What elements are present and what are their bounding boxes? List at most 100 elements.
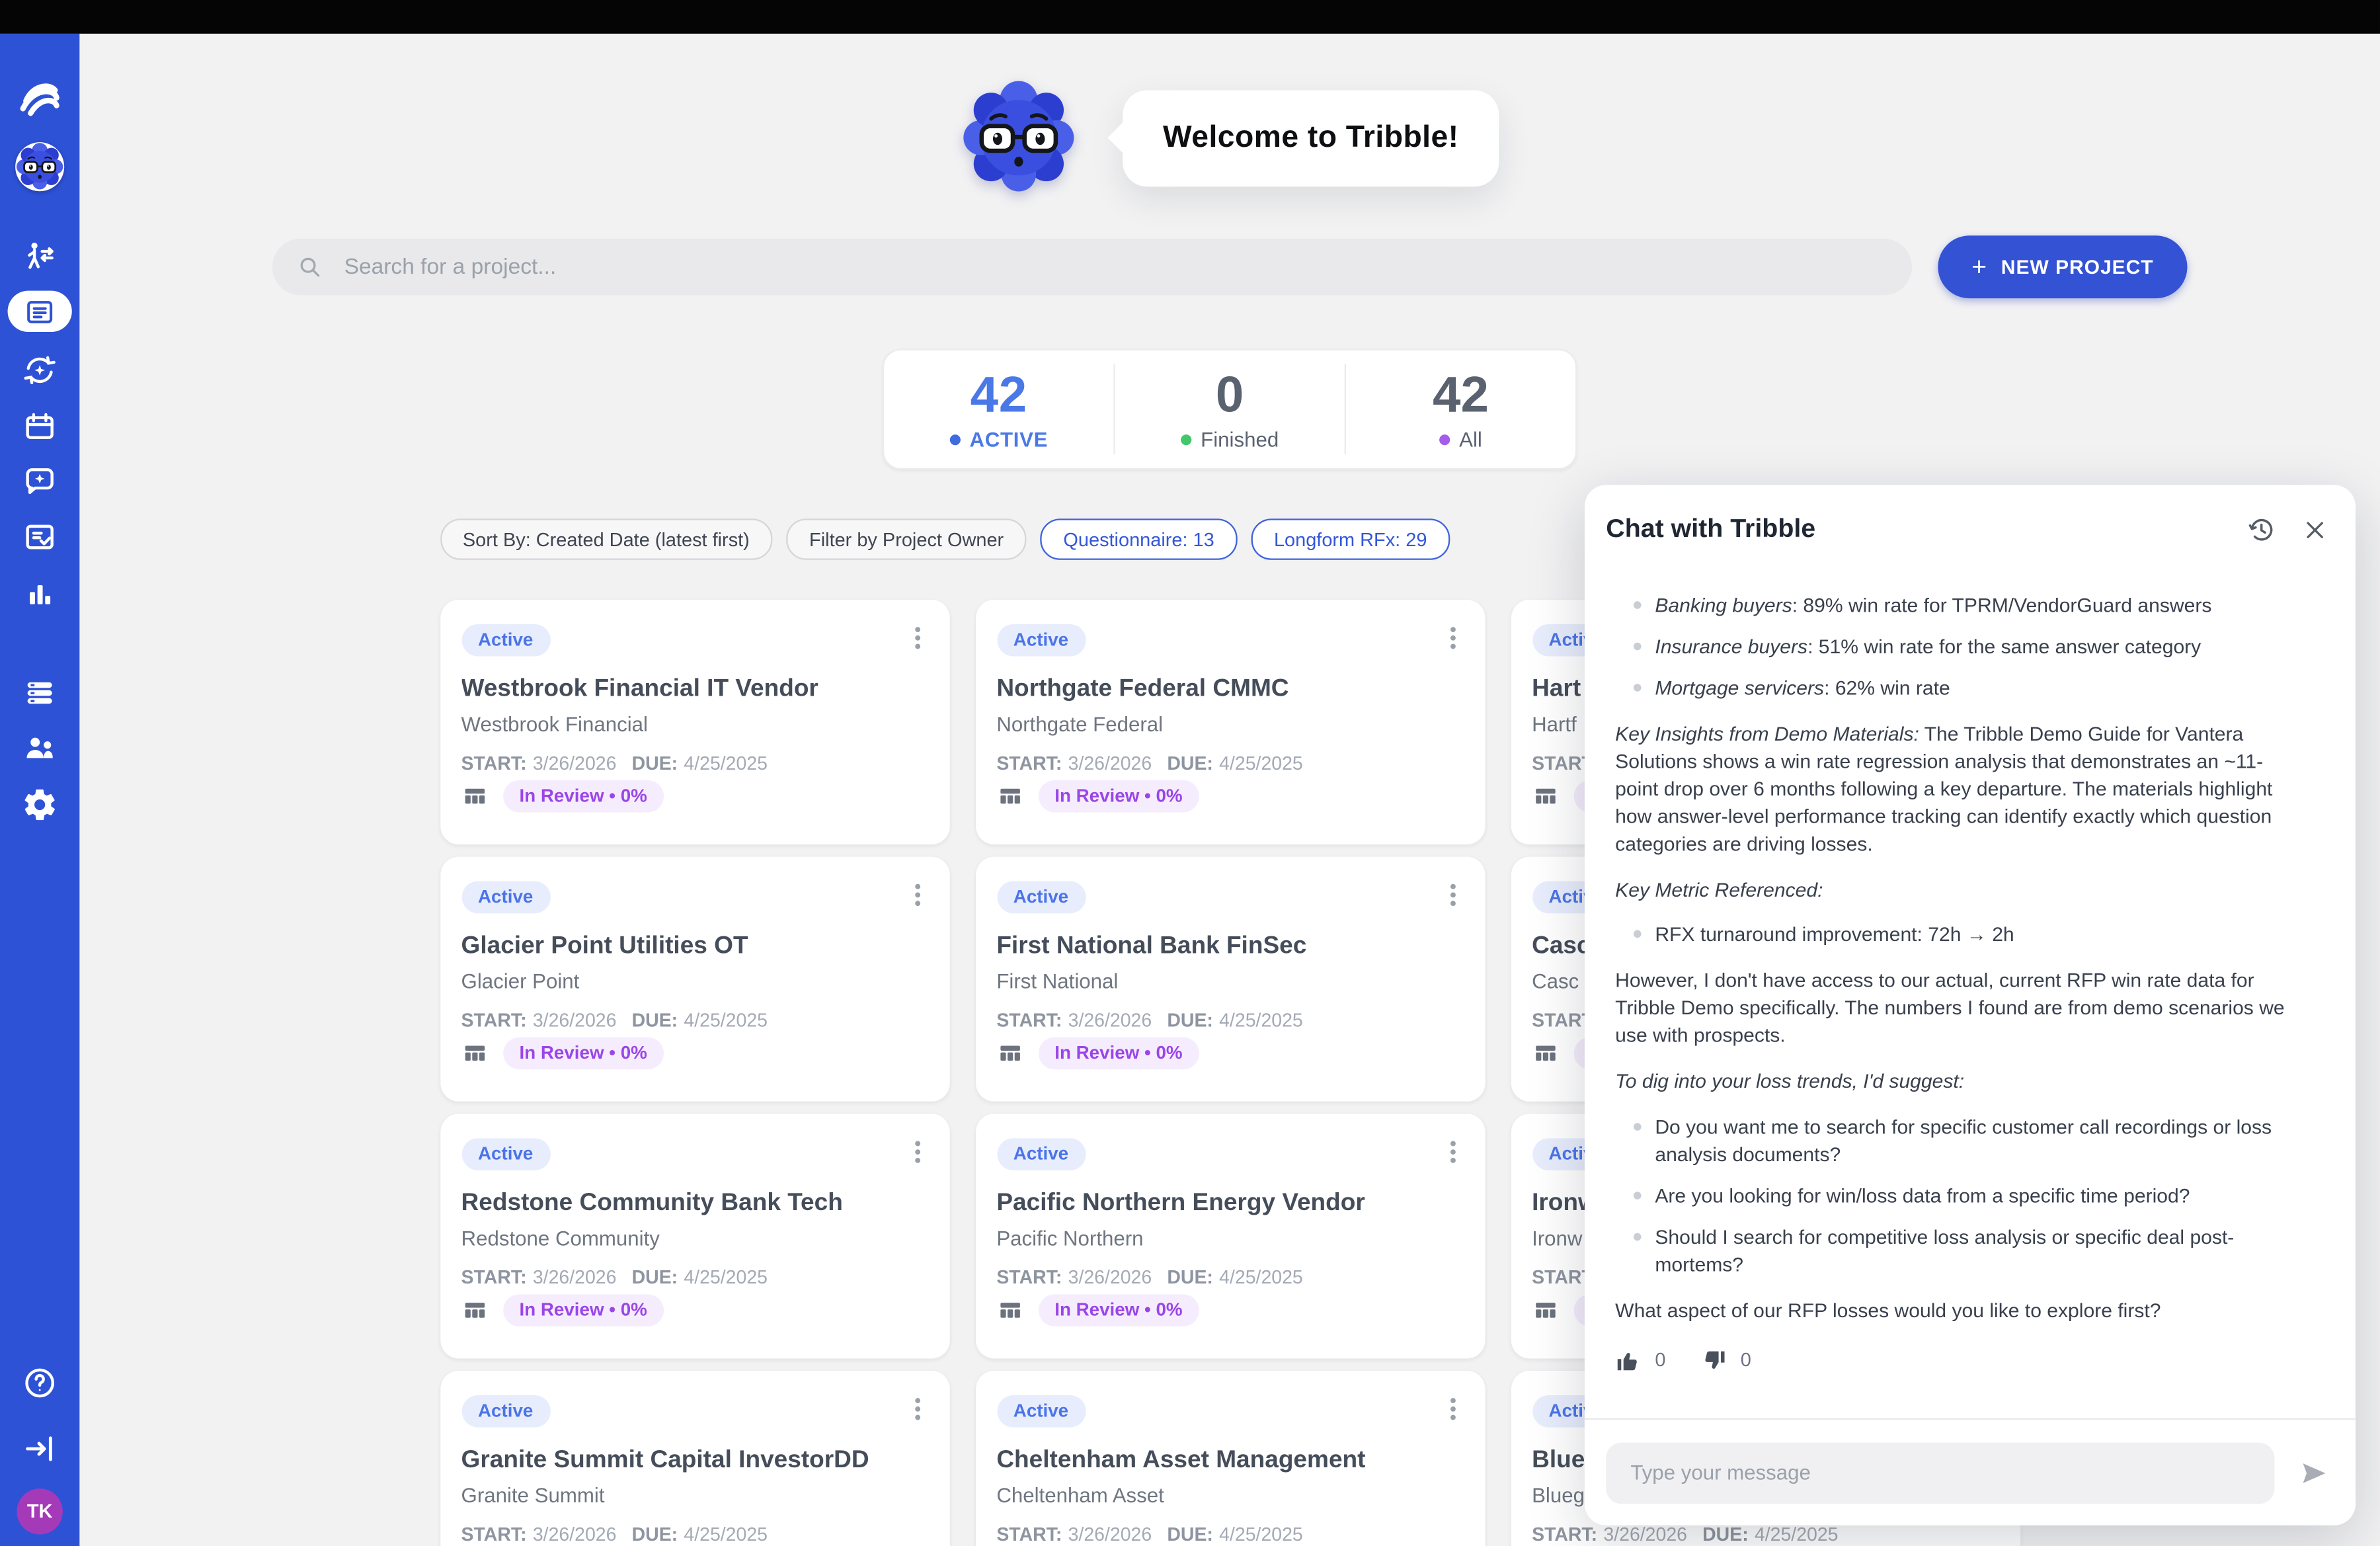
status-badge: Active <box>461 1139 550 1171</box>
project-card[interactable]: ActiveGlacier Point Utilities OTGlacier … <box>440 857 949 1102</box>
thumbs-up-icon[interactable] <box>1615 1348 1641 1373</box>
filter-chip[interactable]: Filter by Project Owner <box>786 519 1027 560</box>
due-label: DUE: <box>632 753 678 774</box>
kebab-menu-icon[interactable] <box>1435 1391 1469 1436</box>
chat-input-bar <box>1585 1418 2356 1526</box>
start-label: START: <box>996 1267 1062 1288</box>
sidebar-item-tasks[interactable] <box>21 518 58 555</box>
start-label: START: <box>1532 1524 1597 1545</box>
top-bar <box>0 0 2380 34</box>
project-dates: START:3/26/2026DUE:4/25/2025 <box>461 1524 783 1545</box>
project-card[interactable]: ActiveNorthgate Federal CMMCNorthgate Fe… <box>975 600 1484 845</box>
user-avatar[interactable]: TK <box>17 1488 62 1533</box>
kebab-menu-icon[interactable] <box>900 877 934 921</box>
sidebar-item-content-library[interactable] <box>21 674 58 712</box>
filter-chip[interactable]: Longform RFx: 29 <box>1251 519 1450 560</box>
due-date: 4/25/2025 <box>1755 1524 1839 1545</box>
kebab-menu-icon[interactable] <box>900 620 934 665</box>
due-date: 4/25/2025 <box>1219 1267 1303 1288</box>
project-stats: 42 ACTIVE 0Finished 42 All <box>883 349 1577 470</box>
status-badge: Active <box>996 881 1085 914</box>
app-window: TK Welcome to Tribble! + NEW PROJ <box>0 0 2380 1546</box>
project-subtitle: Ironw <box>1532 1227 1582 1250</box>
new-project-label: NEW PROJECT <box>2001 255 2154 278</box>
kebab-menu-icon[interactable] <box>1435 1134 1469 1178</box>
project-dates: START:3/26/2026DUE:4/25/2025 <box>996 1267 1318 1288</box>
chat-bullet-item: Mortgage servicers: 62% win rate <box>1634 674 2285 702</box>
chat-bullet-list: Banking buyers: 89% win rate for TPRM/Ve… <box>1615 592 2285 702</box>
stat-label: Finished <box>1201 429 1279 452</box>
sidebar-item-projects-active[interactable] <box>8 291 72 332</box>
filter-chip[interactable]: Sort By: Created Date (latest first) <box>440 519 772 560</box>
stat-dot <box>1181 435 1191 446</box>
stat-finished[interactable]: 0Finished <box>1113 364 1344 455</box>
chat-bullet-list: RFX turnaround improvement: 72h → 2h <box>1615 922 2285 950</box>
project-card[interactable]: ActiveRedstone Community Bank TechRedsto… <box>440 1114 949 1359</box>
project-card[interactable]: ActiveCheltenham Asset ManagementChelten… <box>975 1371 1484 1546</box>
stat-value: 42 <box>971 367 1027 423</box>
project-card[interactable]: ActiveWestbrook Financial IT VendorWestb… <box>440 600 949 845</box>
tribble-logo-icon[interactable] <box>17 73 62 119</box>
due-date: 4/25/2025 <box>1219 1524 1303 1545</box>
stat-active[interactable]: 42 ACTIVE <box>884 364 1113 455</box>
thumbs-down-icon[interactable] <box>1701 1348 1727 1373</box>
review-badge: In Review • 0% <box>502 1295 664 1327</box>
table-icon <box>996 1041 1022 1067</box>
stat-all[interactable]: 42 All <box>1345 364 1575 455</box>
kebab-menu-icon[interactable] <box>900 1134 934 1178</box>
welcome-text: Welcome to Tribble! <box>1163 120 1459 154</box>
project-search[interactable] <box>272 239 1912 296</box>
sidebar-item-handoff[interactable] <box>21 239 58 276</box>
filter-chip[interactable]: Questionnaire: 13 <box>1041 519 1238 560</box>
search-input[interactable] <box>341 253 1887 281</box>
logout-icon[interactable] <box>21 1430 58 1467</box>
sidebar-item-calendar[interactable] <box>21 409 58 446</box>
sidebar-item-analytics[interactable] <box>21 575 58 612</box>
project-dates: START:3/26/2026DUE:4/25/2025 <box>996 753 1318 774</box>
chat-title: Chat with Tribble <box>1606 514 2246 544</box>
start-label: START: <box>996 1524 1062 1545</box>
chat-bullet-item: Are you looking for win/loss data from a… <box>1634 1182 2285 1210</box>
due-label: DUE: <box>1167 1524 1213 1545</box>
tribble-mascot <box>961 79 1078 196</box>
status-badge: Active <box>461 1396 550 1428</box>
status-badge: Active <box>996 1396 1085 1428</box>
stat-value: 42 <box>1433 367 1489 423</box>
kebab-menu-icon[interactable] <box>900 1391 934 1436</box>
status-badge: Active <box>996 1139 1085 1171</box>
project-card[interactable]: ActivePacific Northern Energy VendorPaci… <box>975 1114 1484 1359</box>
chat-message-input[interactable] <box>1606 1442 2274 1504</box>
search-icon <box>297 254 323 280</box>
mascot-avatar[interactable] <box>15 142 64 191</box>
project-title: Glacier Point Utilities OT <box>461 934 928 961</box>
project-subtitle: First National <box>996 971 1118 994</box>
stat-label: ACTIVE <box>969 429 1048 452</box>
project-card[interactable]: Active First National Bank FinSec First Na… <box>975 857 1484 1102</box>
project-title: First National Bank FinSec <box>996 934 1463 961</box>
kebab-menu-icon[interactable] <box>1435 877 1469 921</box>
project-card[interactable]: ActiveGranite Summit Capital InvestorDDG… <box>440 1371 949 1546</box>
project-subtitle: Blueg <box>1532 1485 1585 1508</box>
sidebar-item-users[interactable] <box>21 730 58 767</box>
kebab-menu-icon[interactable] <box>1435 620 1469 665</box>
start-label: START: <box>461 1010 527 1032</box>
due-label: DUE: <box>632 1267 678 1288</box>
chat-bullet-item: Insurance buyers: 51% win rate for the s… <box>1634 633 2285 661</box>
help-icon[interactable] <box>21 1364 58 1401</box>
history-icon[interactable] <box>2247 515 2276 544</box>
due-label: DUE: <box>1702 1524 1749 1545</box>
close-icon[interactable] <box>2302 516 2328 542</box>
review-badge: In Review • 0% <box>1038 781 1199 813</box>
start-label: START: <box>996 753 1062 774</box>
project-subtitle: Northgate Federal <box>996 713 1163 737</box>
sidebar-item-chat-ai[interactable] <box>21 462 58 499</box>
status-badge: Active <box>461 881 550 914</box>
status-badge: Active <box>996 625 1085 657</box>
table-icon <box>461 1298 487 1324</box>
start-date: 3/26/2026 <box>533 1010 617 1032</box>
send-icon[interactable] <box>2294 1453 2334 1492</box>
sidebar-item-sync[interactable] <box>21 352 58 389</box>
new-project-button[interactable]: + NEW PROJECT <box>1938 235 2187 298</box>
sidebar-item-settings-gear-icon[interactable] <box>21 786 58 823</box>
stat-label: All <box>1459 429 1482 452</box>
